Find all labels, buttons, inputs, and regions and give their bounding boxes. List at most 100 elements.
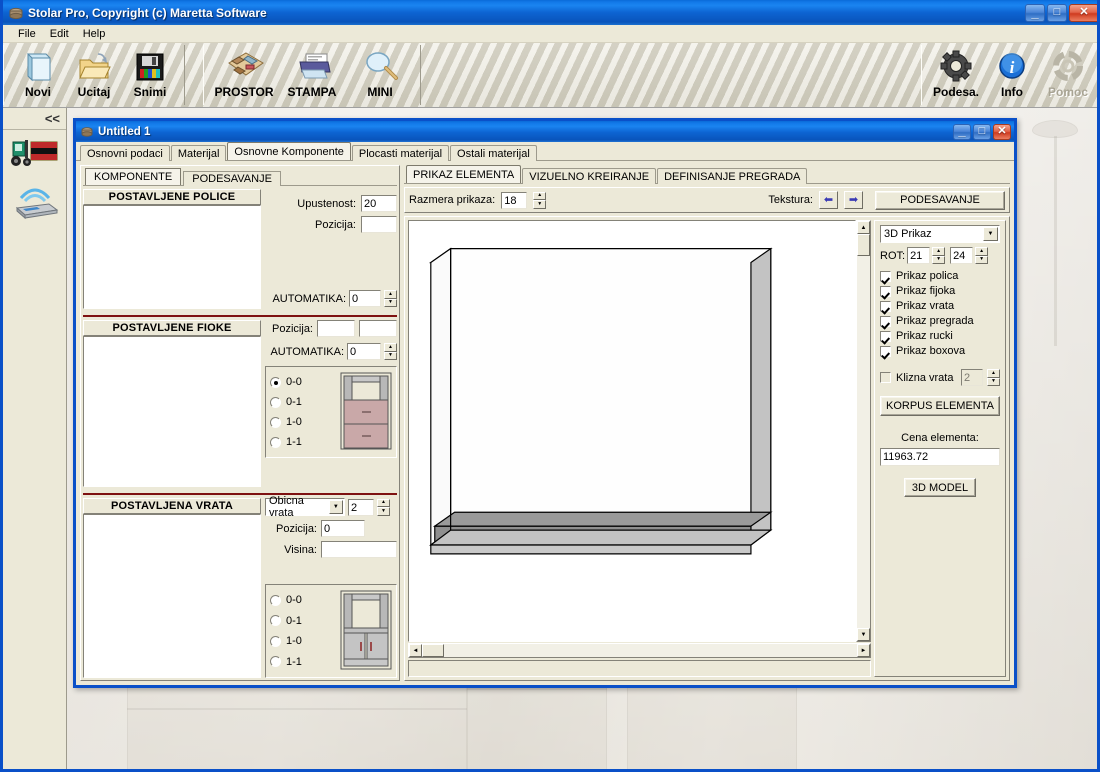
help-button[interactable]: Pomoc: [1040, 48, 1096, 99]
forklift-materials-icon[interactable]: [9, 136, 61, 172]
subtab-komponente[interactable]: KOMPONENTE: [85, 168, 181, 185]
menu-item-file[interactable]: File: [11, 27, 43, 41]
rot-y-spinner[interactable]: [975, 247, 988, 264]
doors-radio-1-1[interactable]: 1-1: [270, 656, 336, 668]
tab-definisanje-pregrada[interactable]: DEFINISANJE PREGRADA: [657, 168, 807, 184]
shelves-list[interactable]: [83, 205, 261, 309]
klizna-vrata-spinner[interactable]: [987, 369, 1000, 386]
stampa-button[interactable]: STAMPA: [278, 48, 346, 99]
horizontal-scroll-track[interactable]: [444, 644, 857, 657]
rot-x-input[interactable]: 21: [907, 247, 930, 264]
podesavanje-button[interactable]: PODESAVANJE: [875, 191, 1005, 210]
drawers-radio-1-1[interactable]: 1-1: [270, 436, 336, 448]
checkbox-prikaz-polica[interactable]: Prikaz polica: [880, 270, 1000, 282]
doors-radio-1-0[interactable]: 1-0: [270, 635, 336, 647]
save-button[interactable]: Snimi: [122, 48, 178, 99]
tab-prikaz-elementa[interactable]: PRIKAZ ELEMENTA: [406, 165, 521, 183]
shelves-upustenost-input[interactable]: 20: [361, 195, 397, 212]
menu-item-help[interactable]: Help: [76, 27, 113, 41]
sidebar-collapse-button[interactable]: <<: [3, 108, 66, 130]
spinner-down-icon[interactable]: [533, 200, 546, 209]
menu-item-edit[interactable]: Edit: [43, 27, 76, 41]
checkbox-prikaz-fijoka[interactable]: Prikaz fijoka: [880, 285, 1000, 297]
rot-x-spinner[interactable]: [932, 247, 945, 264]
prostor-button[interactable]: PROSTOR: [210, 48, 278, 99]
spinner-up-icon[interactable]: [533, 192, 546, 201]
vertical-scroll-track[interactable]: [857, 256, 870, 628]
new-button[interactable]: Novi: [10, 48, 66, 99]
doors-visina-input[interactable]: [321, 541, 397, 558]
checkbox-klizna-vrata[interactable]: Klizna vrata: [880, 372, 953, 384]
doors-radio-0-0[interactable]: 0-0: [270, 594, 336, 606]
settings-button[interactable]: Podesa.: [928, 48, 984, 99]
chevron-down-icon[interactable]: ▼: [983, 227, 998, 241]
doors-radio-0-1[interactable]: 0-1: [270, 615, 336, 627]
minimize-button[interactable]: _: [1025, 4, 1045, 22]
tab-plocasti-materijal[interactable]: Plocasti materijal: [352, 145, 449, 161]
tab-osnovni-podaci[interactable]: Osnovni podaci: [80, 145, 170, 161]
drawers-automatika-input[interactable]: 0: [347, 343, 381, 360]
doors-type-select[interactable]: Obicna vrata ▼: [265, 498, 345, 516]
shelves-automatika-input[interactable]: 0: [349, 290, 381, 307]
spinner-down-icon[interactable]: [975, 256, 988, 265]
doors-listbox[interactable]: POSTAVLJENA VRATA: [83, 498, 261, 678]
checkbox-prikaz-rucki[interactable]: Prikaz rucki: [880, 330, 1000, 342]
drawers-automatika-spinner[interactable]: [384, 343, 397, 360]
info-button[interactable]: i Info: [984, 48, 1040, 99]
spinner-up-icon[interactable]: [987, 369, 1000, 378]
scale-input[interactable]: 18: [501, 192, 527, 209]
view-mode-select[interactable]: 3D Prikaz ▼: [880, 225, 1000, 243]
mdi-close-button[interactable]: ✕: [993, 124, 1011, 140]
mdi-maximize-button[interactable]: □: [973, 124, 991, 140]
drawers-radio-1-0[interactable]: 1-0: [270, 416, 336, 428]
mdi-minimize-button[interactable]: _: [953, 124, 971, 140]
mini-button[interactable]: MINI: [346, 48, 414, 99]
spinner-down-icon[interactable]: [377, 507, 390, 516]
spinner-up-icon[interactable]: [384, 343, 397, 352]
open-button[interactable]: Ucitaj: [66, 48, 122, 99]
scroll-up-button[interactable]: ▲: [857, 221, 870, 234]
texture-prev-button[interactable]: ⬅: [819, 191, 838, 209]
price-input[interactable]: 11963.72: [880, 448, 1000, 466]
checkbox-prikaz-vrata[interactable]: Prikaz vrata: [880, 300, 1000, 312]
drawers-radio-0-0[interactable]: 0-0: [270, 376, 336, 388]
scroll-left-button[interactable]: ◄: [409, 644, 422, 657]
texture-next-button[interactable]: ➡: [844, 191, 863, 209]
spinner-up-icon[interactable]: [932, 247, 945, 256]
shelves-pozicija-input[interactable]: [361, 216, 397, 233]
doors-count-input[interactable]: 2: [348, 499, 374, 516]
3d-model-button[interactable]: 3D MODEL: [904, 478, 976, 497]
shelves-listbox[interactable]: POSTAVLJENE POLICE: [83, 189, 261, 309]
tab-ostali-materijal[interactable]: Ostali materijal: [450, 145, 537, 161]
canvas-horizontal-scrollbar[interactable]: ◄ ►: [408, 643, 871, 658]
drawers-listbox[interactable]: POSTAVLJENE FIOKE: [83, 320, 261, 487]
korpus-elementa-button[interactable]: KORPUS ELEMENTA: [880, 396, 1000, 416]
spinner-up-icon[interactable]: [384, 290, 397, 299]
tab-osnovne-komponente[interactable]: Osnovne Komponente: [227, 142, 350, 160]
tab-vizuelno-kreiranje[interactable]: VIZUELNO KREIRANJE: [522, 168, 656, 184]
scanner-device-icon[interactable]: [9, 182, 61, 220]
doors-pozicija-input[interactable]: 0: [321, 520, 365, 537]
subtab-podesavanje[interactable]: PODESAVANJE: [183, 171, 281, 186]
drawers-pozicija-input-2[interactable]: [359, 320, 397, 337]
klizna-vrata-input[interactable]: 2: [961, 369, 983, 386]
drawers-pozicija-input-1[interactable]: [317, 320, 355, 337]
spinner-down-icon[interactable]: [384, 299, 397, 308]
drawers-list[interactable]: [83, 336, 261, 487]
checkbox-prikaz-pregrada[interactable]: Prikaz pregrada: [880, 315, 1000, 327]
close-button[interactable]: ✕: [1069, 4, 1099, 22]
spinner-down-icon[interactable]: [932, 256, 945, 265]
checkbox-prikaz-boxova[interactable]: Prikaz boxova: [880, 345, 1000, 357]
scroll-down-button[interactable]: ▼: [857, 628, 870, 641]
vertical-scroll-thumb[interactable]: [857, 234, 870, 256]
3d-preview-canvas[interactable]: [408, 220, 856, 642]
spinner-down-icon[interactable]: [987, 378, 1000, 387]
chevron-down-icon[interactable]: ▼: [329, 500, 343, 514]
doors-count-spinner[interactable]: [377, 499, 390, 516]
shelves-automatika-spinner[interactable]: [384, 290, 397, 307]
drawers-radio-0-1[interactable]: 0-1: [270, 396, 336, 408]
doors-list[interactable]: [83, 514, 261, 678]
spinner-up-icon[interactable]: [975, 247, 988, 256]
scale-spinner[interactable]: [533, 192, 546, 209]
maximize-button[interactable]: □: [1047, 4, 1067, 22]
